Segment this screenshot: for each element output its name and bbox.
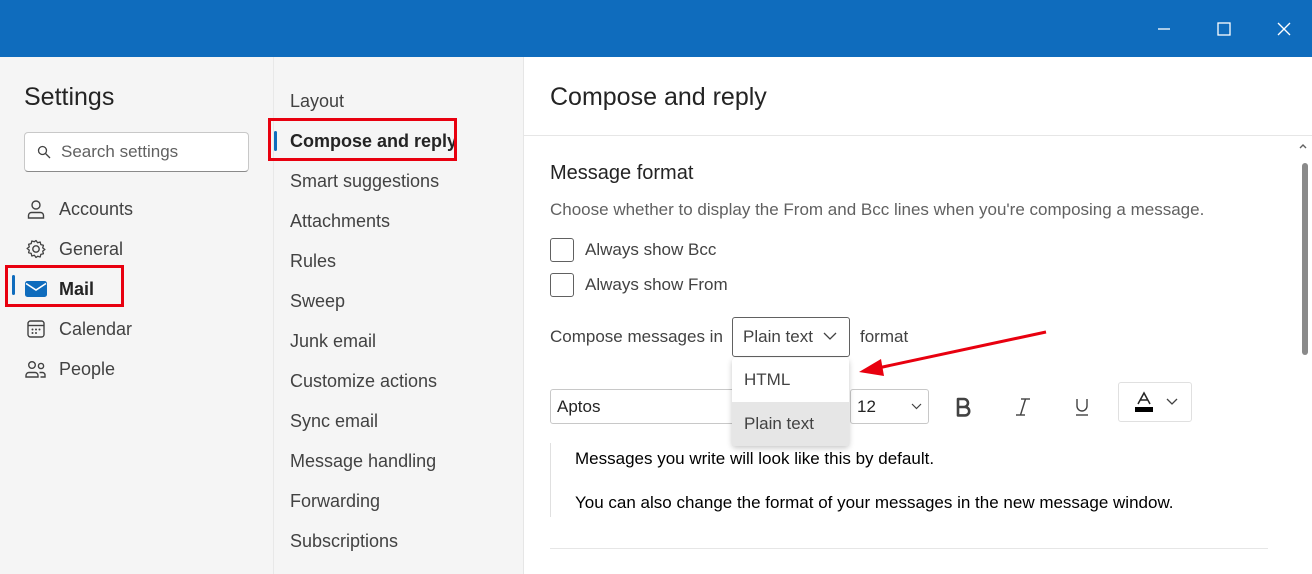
annotation-arrow: [859, 330, 1047, 376]
